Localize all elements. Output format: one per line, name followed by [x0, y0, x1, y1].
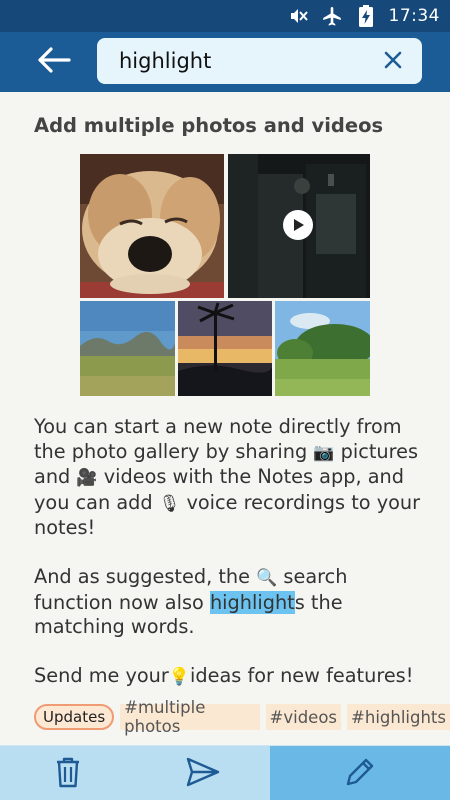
pencil-icon	[344, 756, 376, 792]
airplane-mode-icon	[321, 5, 343, 27]
camera-icon: 📷	[313, 442, 335, 463]
note-title: Add multiple photos and videos	[34, 114, 384, 137]
play-icon	[291, 218, 305, 232]
trash-icon	[55, 756, 81, 792]
sunset-palm-photo[interactable]	[178, 301, 272, 396]
battery-charging-icon	[355, 5, 377, 27]
note-paragraph: You can start a new note directly from t…	[34, 415, 424, 541]
edit-button[interactable]	[270, 746, 450, 800]
tag-updates[interactable]: Updates	[34, 704, 115, 730]
note-paragraph: Send me your💡ideas for new features!	[34, 664, 424, 690]
clear-search-button[interactable]	[378, 47, 408, 77]
play-button[interactable]	[283, 210, 313, 240]
tag-videos[interactable]: #videos	[265, 704, 342, 730]
mountain-landscape-photo[interactable]	[80, 301, 175, 396]
arrow-left-icon	[37, 47, 71, 77]
dog-photo[interactable]	[80, 154, 224, 298]
tag-multiple-photos[interactable]: #multiple photos	[120, 698, 260, 736]
magnifier-icon: 🔍	[256, 568, 278, 588]
close-icon	[383, 50, 403, 74]
text-segment: ideas for new features!	[190, 664, 414, 687]
search-input[interactable]	[119, 49, 354, 73]
share-button[interactable]	[155, 746, 250, 800]
bottom-action-bar	[0, 745, 450, 800]
tag-highlights[interactable]: #highlights	[347, 704, 450, 730]
note-paragraph: And as suggested, the 🔍 search function …	[34, 565, 424, 640]
microphone-icon: 🎙	[158, 493, 181, 514]
lightbulb-icon: 💡	[168, 667, 190, 687]
tropical-field-photo[interactable]	[275, 301, 370, 396]
text-segment: And as suggested, the	[34, 565, 257, 588]
status-bar: 17:34	[0, 0, 450, 32]
text-segment: Send me your	[34, 664, 169, 687]
send-icon	[186, 757, 220, 791]
note-body: You can start a new note directly from t…	[34, 415, 424, 714]
note-content[interactable]: Add multiple photos and videos You can s…	[0, 92, 450, 745]
back-button[interactable]	[24, 32, 84, 92]
delete-button[interactable]	[20, 746, 115, 800]
app-bar	[0, 32, 450, 92]
video-thumbnail[interactable]	[228, 154, 370, 298]
search-highlight: highlight	[209, 590, 295, 614]
clock: 17:34	[388, 6, 440, 26]
film-camera-icon: 🎥	[76, 468, 98, 488]
tag-list: Updates #multiple photos #videos #highli…	[34, 698, 450, 736]
search-box	[97, 38, 422, 84]
mute-icon	[287, 5, 309, 27]
